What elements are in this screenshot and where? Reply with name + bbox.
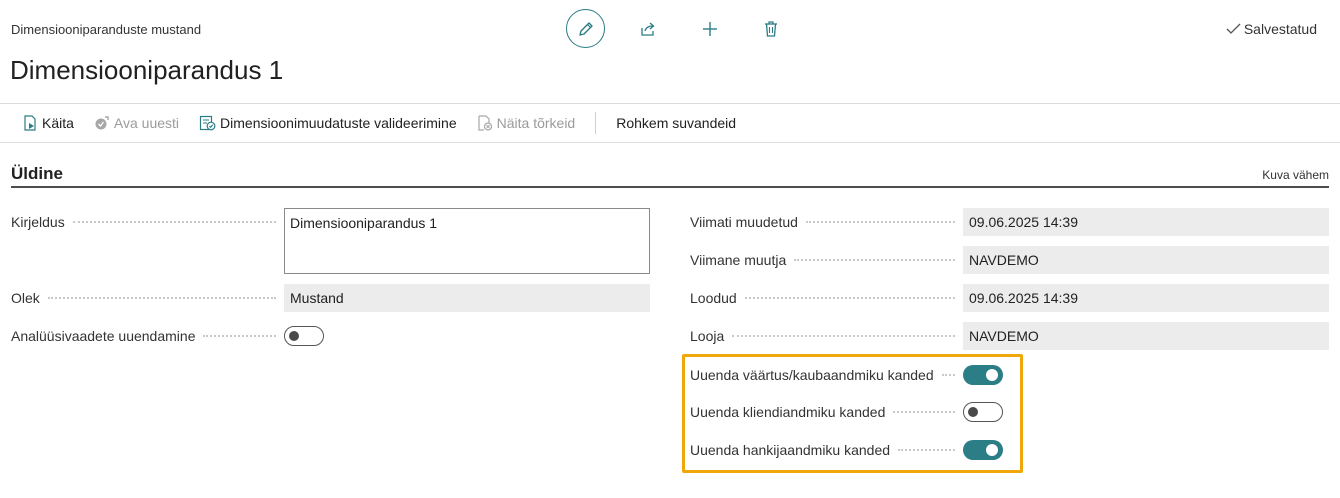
update-analysis-label: Analüüsivaadete uuendamine (11, 328, 196, 344)
update-analysis-toggle[interactable] (284, 326, 324, 346)
reopen-action-label: Ava uuesti (113, 115, 180, 131)
description-field: Kirjeldus Dimensiooniparandus 1 (11, 208, 651, 274)
label-leader-dots (805, 221, 955, 223)
edit-button[interactable] (566, 9, 605, 48)
last-modified-by-value: NAVDEMO (963, 246, 1329, 274)
add-icon (703, 21, 717, 36)
created-by-field: Looja NAVDEMO (690, 322, 1330, 350)
last-modified-by-label: Viimane muutja (690, 252, 787, 268)
run-icon (24, 115, 36, 131)
add-button[interactable] (699, 18, 721, 40)
breadcrumb: Dimensiooniparanduste mustand (11, 22, 202, 37)
run-action-label: Käita (42, 115, 74, 131)
delete-icon (765, 20, 777, 37)
reopen-icon (95, 116, 109, 130)
status-value: Mustand (284, 284, 650, 312)
show-errors-action[interactable]: Näita tõrkeid (477, 115, 576, 131)
label-leader-dots (732, 335, 955, 337)
status-field: Olek Mustand (11, 284, 651, 312)
created-by-value: NAVDEMO (963, 322, 1329, 350)
action-divider (595, 112, 597, 134)
validate-action[interactable]: Dimensioonimuudatuste valideerimine (199, 115, 457, 131)
saved-status: Salvestatud (1226, 21, 1317, 37)
checkmark-icon (1226, 23, 1241, 34)
more-options-label: Rohkem suvandeid (616, 115, 737, 131)
share-button[interactable] (637, 18, 659, 40)
last-modified-label: Viimati muudetud (690, 214, 798, 230)
page-title: Dimensiooniparandus 1 (10, 55, 284, 85)
label-leader-dots (203, 335, 276, 337)
section-title: Üldine (11, 164, 63, 183)
share-icon (641, 22, 655, 36)
label-leader-dots (794, 259, 955, 261)
general-section-header: Üldine Kuva vähem (11, 164, 1329, 188)
status-label: Olek (11, 290, 40, 306)
saved-label: Salvestatud (1243, 21, 1317, 37)
description-input[interactable]: Dimensiooniparandus 1 (284, 208, 650, 274)
update-analysis-field: Analüüsivaadete uuendamine (11, 326, 651, 346)
top-toolbar (566, 9, 782, 48)
errors-icon (478, 115, 492, 131)
validate-action-label: Dimensioonimuudatuste valideerimine (220, 115, 457, 131)
more-options-action[interactable]: Rohkem suvandeid (616, 115, 736, 131)
last-modified-by-field: Viimane muutja NAVDEMO (690, 246, 1330, 274)
last-modified-value: 09.06.2025 14:39 (963, 208, 1329, 236)
show-less-link[interactable]: Kuva vähem (1262, 168, 1329, 182)
show-errors-action-label: Näita tõrkeid (496, 115, 576, 131)
edit-icon (578, 21, 593, 36)
action-bar: Käita Ava uuesti Dimensioonimuudatuste v… (0, 103, 1340, 143)
label-leader-dots (47, 297, 276, 299)
last-modified-field: Viimati muudetud 09.06.2025 14:39 (690, 208, 1330, 236)
created-value: 09.06.2025 14:39 (963, 284, 1329, 312)
delete-button[interactable] (760, 18, 782, 40)
created-label: Loodud (690, 290, 737, 306)
description-label: Kirjeldus (11, 214, 65, 230)
highlight-frame (682, 354, 1023, 473)
created-by-label: Looja (690, 328, 725, 344)
run-action[interactable]: Käita (22, 115, 74, 131)
reopen-action[interactable]: Ava uuesti (94, 115, 179, 131)
validate-icon (199, 115, 216, 131)
created-field: Loodud 09.06.2025 14:39 (690, 284, 1330, 312)
label-leader-dots (744, 297, 955, 299)
label-leader-dots (72, 221, 276, 223)
